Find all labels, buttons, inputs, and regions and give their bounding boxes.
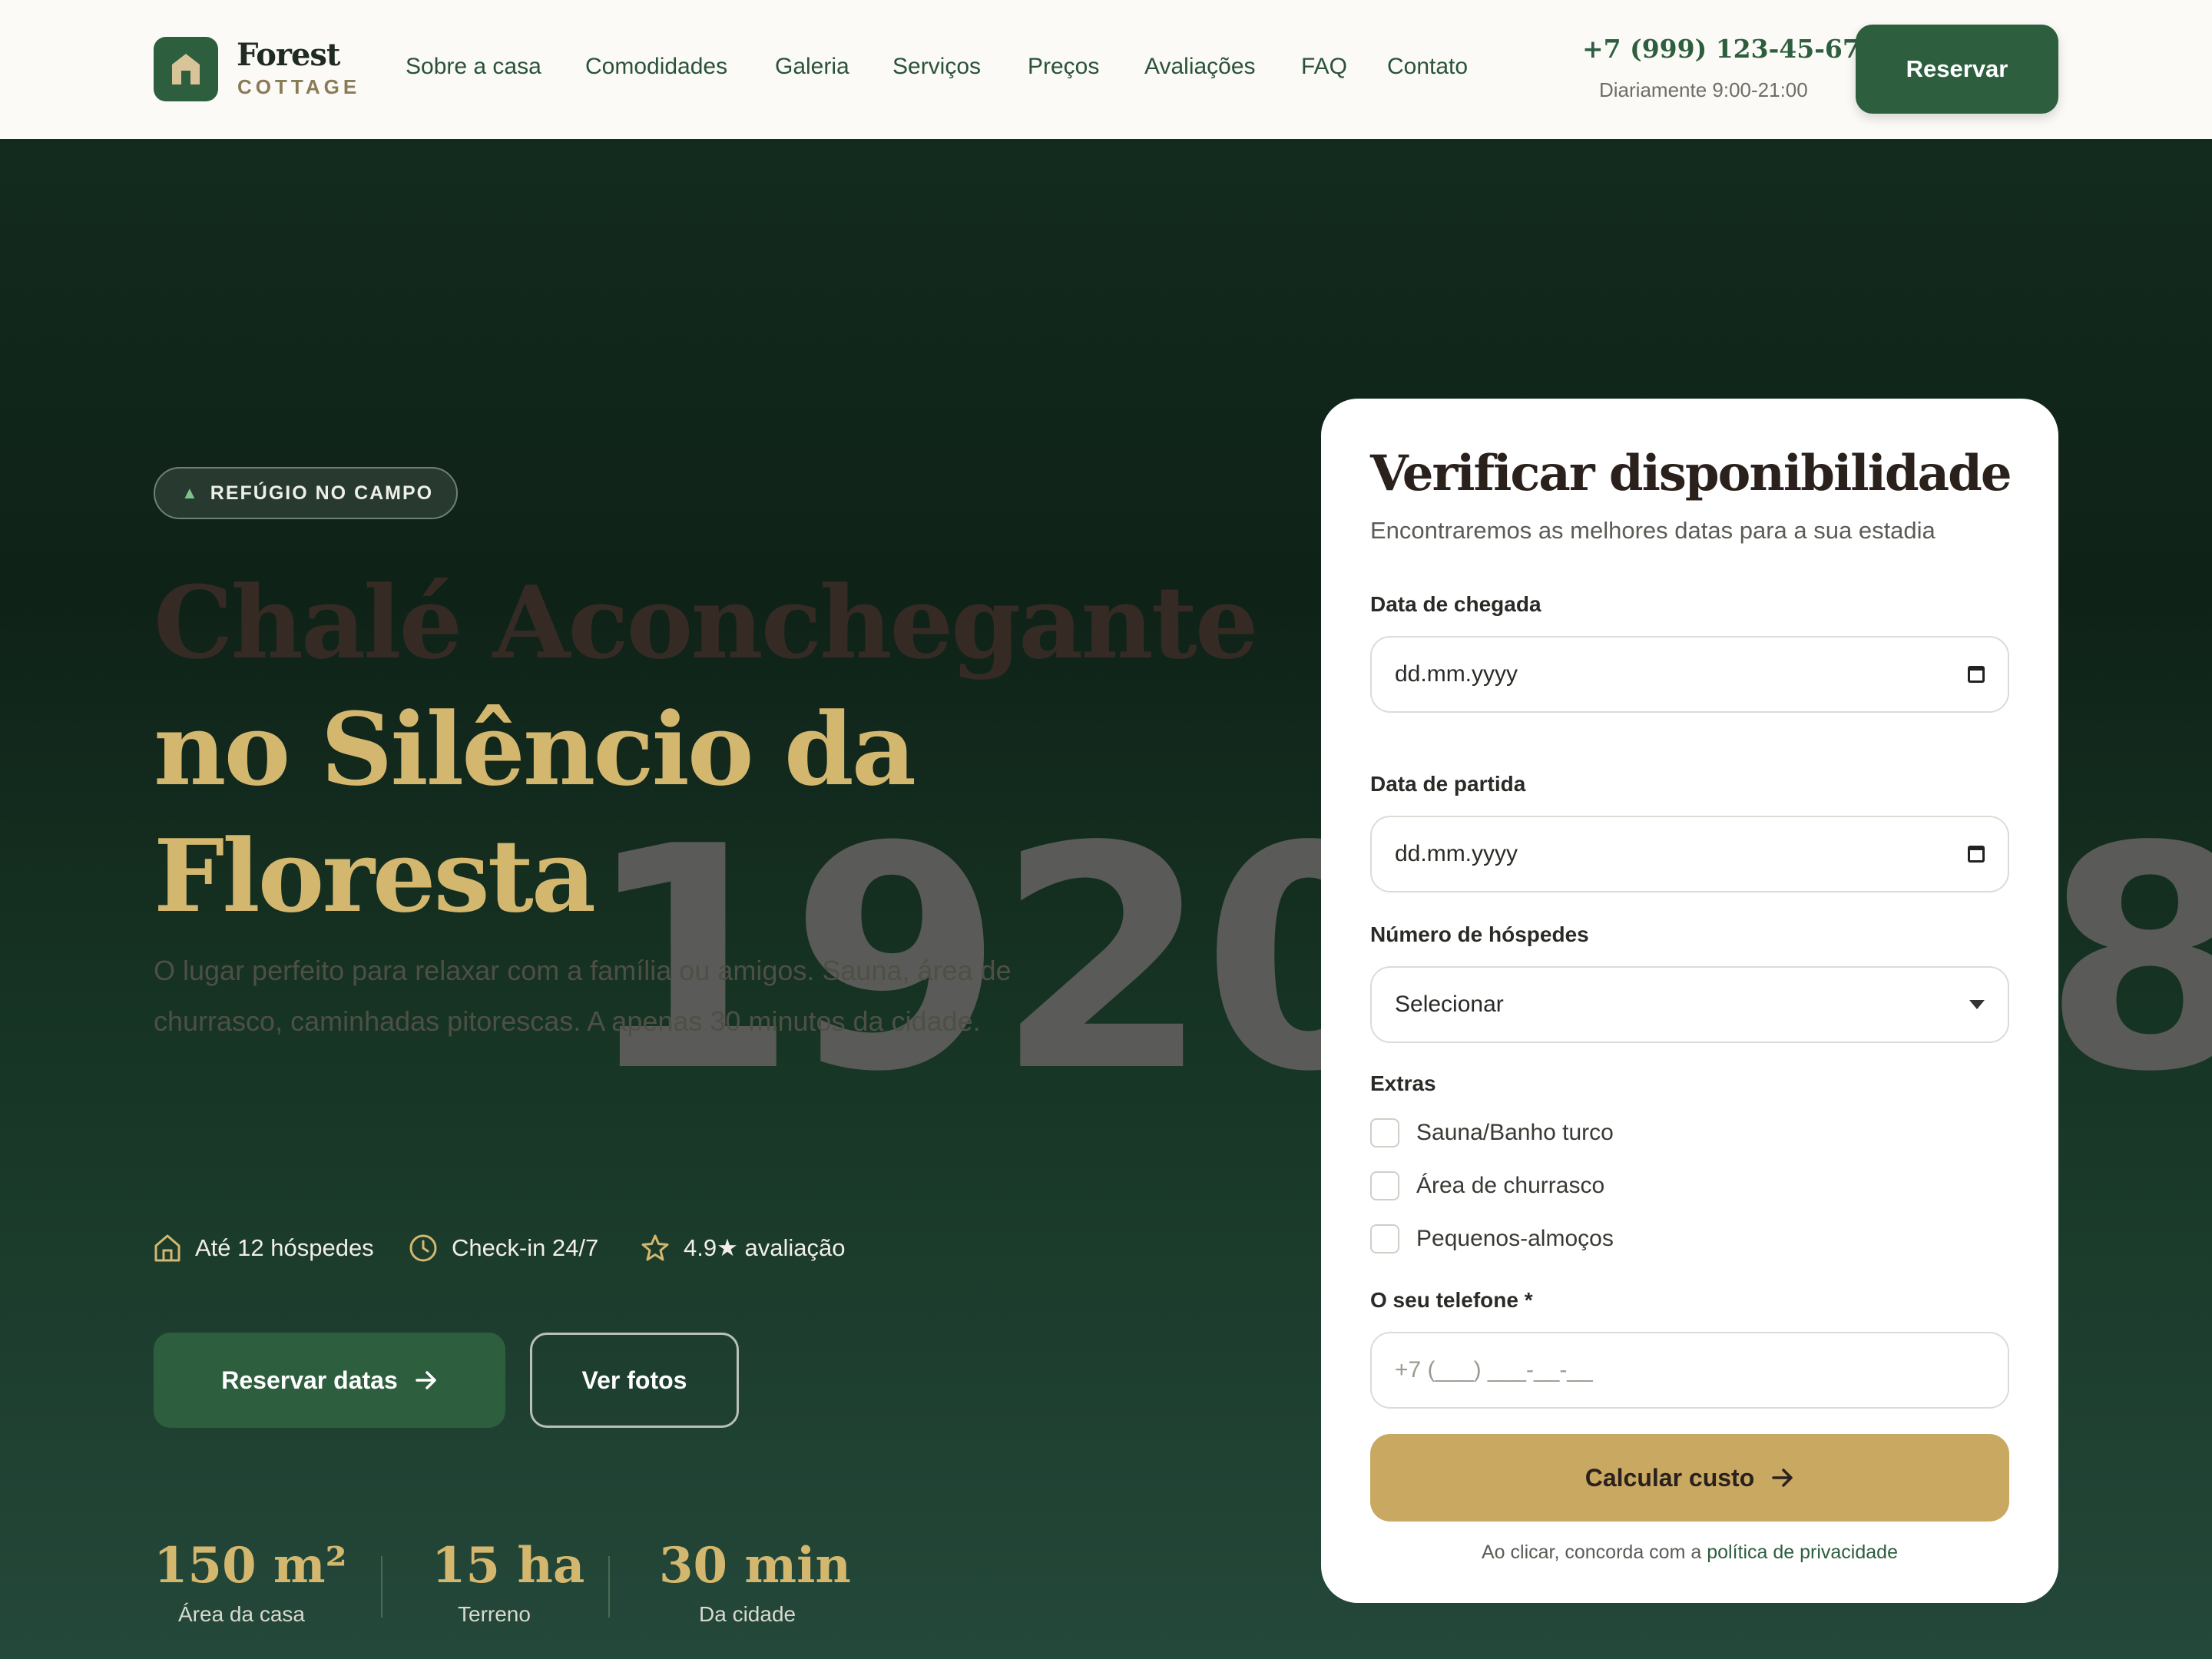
stat-land-label: Terreno xyxy=(458,1602,531,1626)
feature-rating-label: 4.9★ avaliação xyxy=(684,1234,846,1261)
feature-guests: Até 12 hóspedes xyxy=(154,1233,374,1263)
guests-selected-value: Selecionar xyxy=(1395,992,1504,1017)
tree-icon: ▲ xyxy=(181,483,200,502)
star-icon xyxy=(641,1234,669,1261)
background-year-partial: 80 xyxy=(2043,782,2212,1139)
extra-breakfast-label: Pequenos-almoços xyxy=(1416,1226,1614,1251)
stat-divider xyxy=(381,1556,382,1618)
nav-about[interactable]: Sobre a casa xyxy=(406,54,541,80)
nav-prices[interactable]: Preços xyxy=(1028,54,1099,80)
phone-input[interactable]: +7 (___) ___-__-__ xyxy=(1370,1332,2009,1409)
stat-distance-label: Da cidade xyxy=(699,1602,796,1626)
sauna-checkbox[interactable] xyxy=(1370,1118,1399,1147)
nav-contact[interactable]: Contato xyxy=(1387,54,1468,80)
clock-icon xyxy=(409,1234,437,1262)
arrival-date-input[interactable]: dd.mm.yyyy xyxy=(1370,636,2009,713)
extras-label: Extras xyxy=(1370,1071,1436,1095)
calculate-cost-button[interactable]: Calcular custo xyxy=(1370,1434,2009,1522)
stat-land-value: 15 ha xyxy=(432,1537,585,1594)
site-header: Forest COTTAGE Sobre a casa Comodidades … xyxy=(0,0,2212,139)
nav-reviews[interactable]: Avaliações xyxy=(1144,54,1256,80)
opening-hours: Diariamente 9:00-21:00 xyxy=(1599,78,1808,101)
hero-description: O lugar perfeito para relaxar com a famí… xyxy=(154,955,1012,1037)
feature-guests-label: Até 12 hóspedes xyxy=(195,1234,374,1261)
hero-title-line-2: no Silêncio da xyxy=(154,690,916,808)
calendar-icon[interactable] xyxy=(1968,666,1985,683)
consent-text: Ao clicar, concorda com a xyxy=(1482,1541,1707,1563)
availability-form: Verificar disponibilidade Encontraremos … xyxy=(1321,399,2058,1603)
departure-date-placeholder: dd.mm.yyyy xyxy=(1395,841,1518,866)
hero-title-line-3: Floresta xyxy=(154,817,596,935)
bbq-checkbox[interactable] xyxy=(1370,1171,1399,1200)
nav-faq[interactable]: FAQ xyxy=(1301,54,1347,80)
calculate-cost-label: Calcular custo xyxy=(1584,1463,1755,1492)
arrow-right-icon xyxy=(415,1371,436,1389)
logo-icon[interactable] xyxy=(154,37,218,101)
breakfast-checkbox[interactable] xyxy=(1370,1224,1399,1253)
arrow-right-icon xyxy=(1772,1469,1793,1487)
extra-bbq[interactable]: Área de churrasco xyxy=(1370,1171,1604,1200)
guests-label: Número de hóspedes xyxy=(1370,922,1589,946)
extra-breakfast[interactable]: Pequenos-almoços xyxy=(1370,1224,1614,1253)
house-icon xyxy=(154,1234,180,1262)
hero-badge: ▲ REFÚGIO NO CAMPO xyxy=(154,467,459,519)
nav-gallery[interactable]: Galeria xyxy=(775,54,849,80)
extra-bbq-label: Área de churrasco xyxy=(1416,1173,1605,1198)
nav-amenities[interactable]: Comodidades xyxy=(585,54,727,80)
logo-title[interactable]: Forest xyxy=(237,37,340,73)
hero-badge-label: REFÚGIO NO CAMPO xyxy=(210,482,434,504)
departure-date-input[interactable]: dd.mm.yyyy xyxy=(1370,816,2009,892)
stat-house-area-value: 150 m² xyxy=(154,1537,347,1594)
form-title: Verificar disponibilidade xyxy=(1370,445,2012,502)
house-icon xyxy=(172,54,200,84)
calendar-icon[interactable] xyxy=(1968,846,1985,863)
arrival-date-placeholder: dd.mm.yyyy xyxy=(1395,661,1518,687)
reserve-dates-label: Reservar datas xyxy=(221,1366,398,1394)
privacy-policy-link[interactable]: política de privacidade xyxy=(1707,1541,1898,1563)
reserve-dates-button[interactable]: Reservar datas xyxy=(154,1333,505,1428)
form-subtitle: Encontraremos as melhores datas para a s… xyxy=(1370,517,1936,544)
feature-rating: 4.9★ avaliação xyxy=(641,1233,845,1263)
phone-label: O seu telefone * xyxy=(1370,1288,1533,1312)
arrival-date-label: Data de chegada xyxy=(1370,592,1541,616)
reserve-button[interactable]: Reservar xyxy=(1856,25,2058,114)
logo-subtitle: COTTAGE xyxy=(237,75,361,98)
privacy-consent: Ao clicar, concorda com a política de pr… xyxy=(1321,1541,2058,1564)
extra-sauna-label: Sauna/Banho turco xyxy=(1416,1120,1614,1145)
stat-distance-value: 30 min xyxy=(659,1537,851,1594)
view-photos-button[interactable]: Ver fotos xyxy=(530,1333,739,1428)
feature-checkin-label: Check-in 24/7 xyxy=(452,1234,599,1261)
extra-sauna[interactable]: Sauna/Banho turco xyxy=(1370,1118,1614,1147)
stat-house-area-label: Área da casa xyxy=(178,1602,305,1626)
stat-divider xyxy=(608,1556,610,1618)
departure-date-label: Data de partida xyxy=(1370,772,1526,796)
hero-title-line-1: Chalé Aconchegante xyxy=(154,564,1259,681)
phone-placeholder: +7 (___) ___-__-__ xyxy=(1395,1357,1593,1382)
chevron-down-icon xyxy=(1969,1000,1985,1009)
phone-link[interactable]: +7 (999) 123-45-67 xyxy=(1582,34,1860,64)
feature-checkin: Check-in 24/7 xyxy=(409,1233,598,1263)
guests-select[interactable]: Selecionar xyxy=(1370,966,2009,1043)
nav-services[interactable]: Serviços xyxy=(892,54,981,80)
